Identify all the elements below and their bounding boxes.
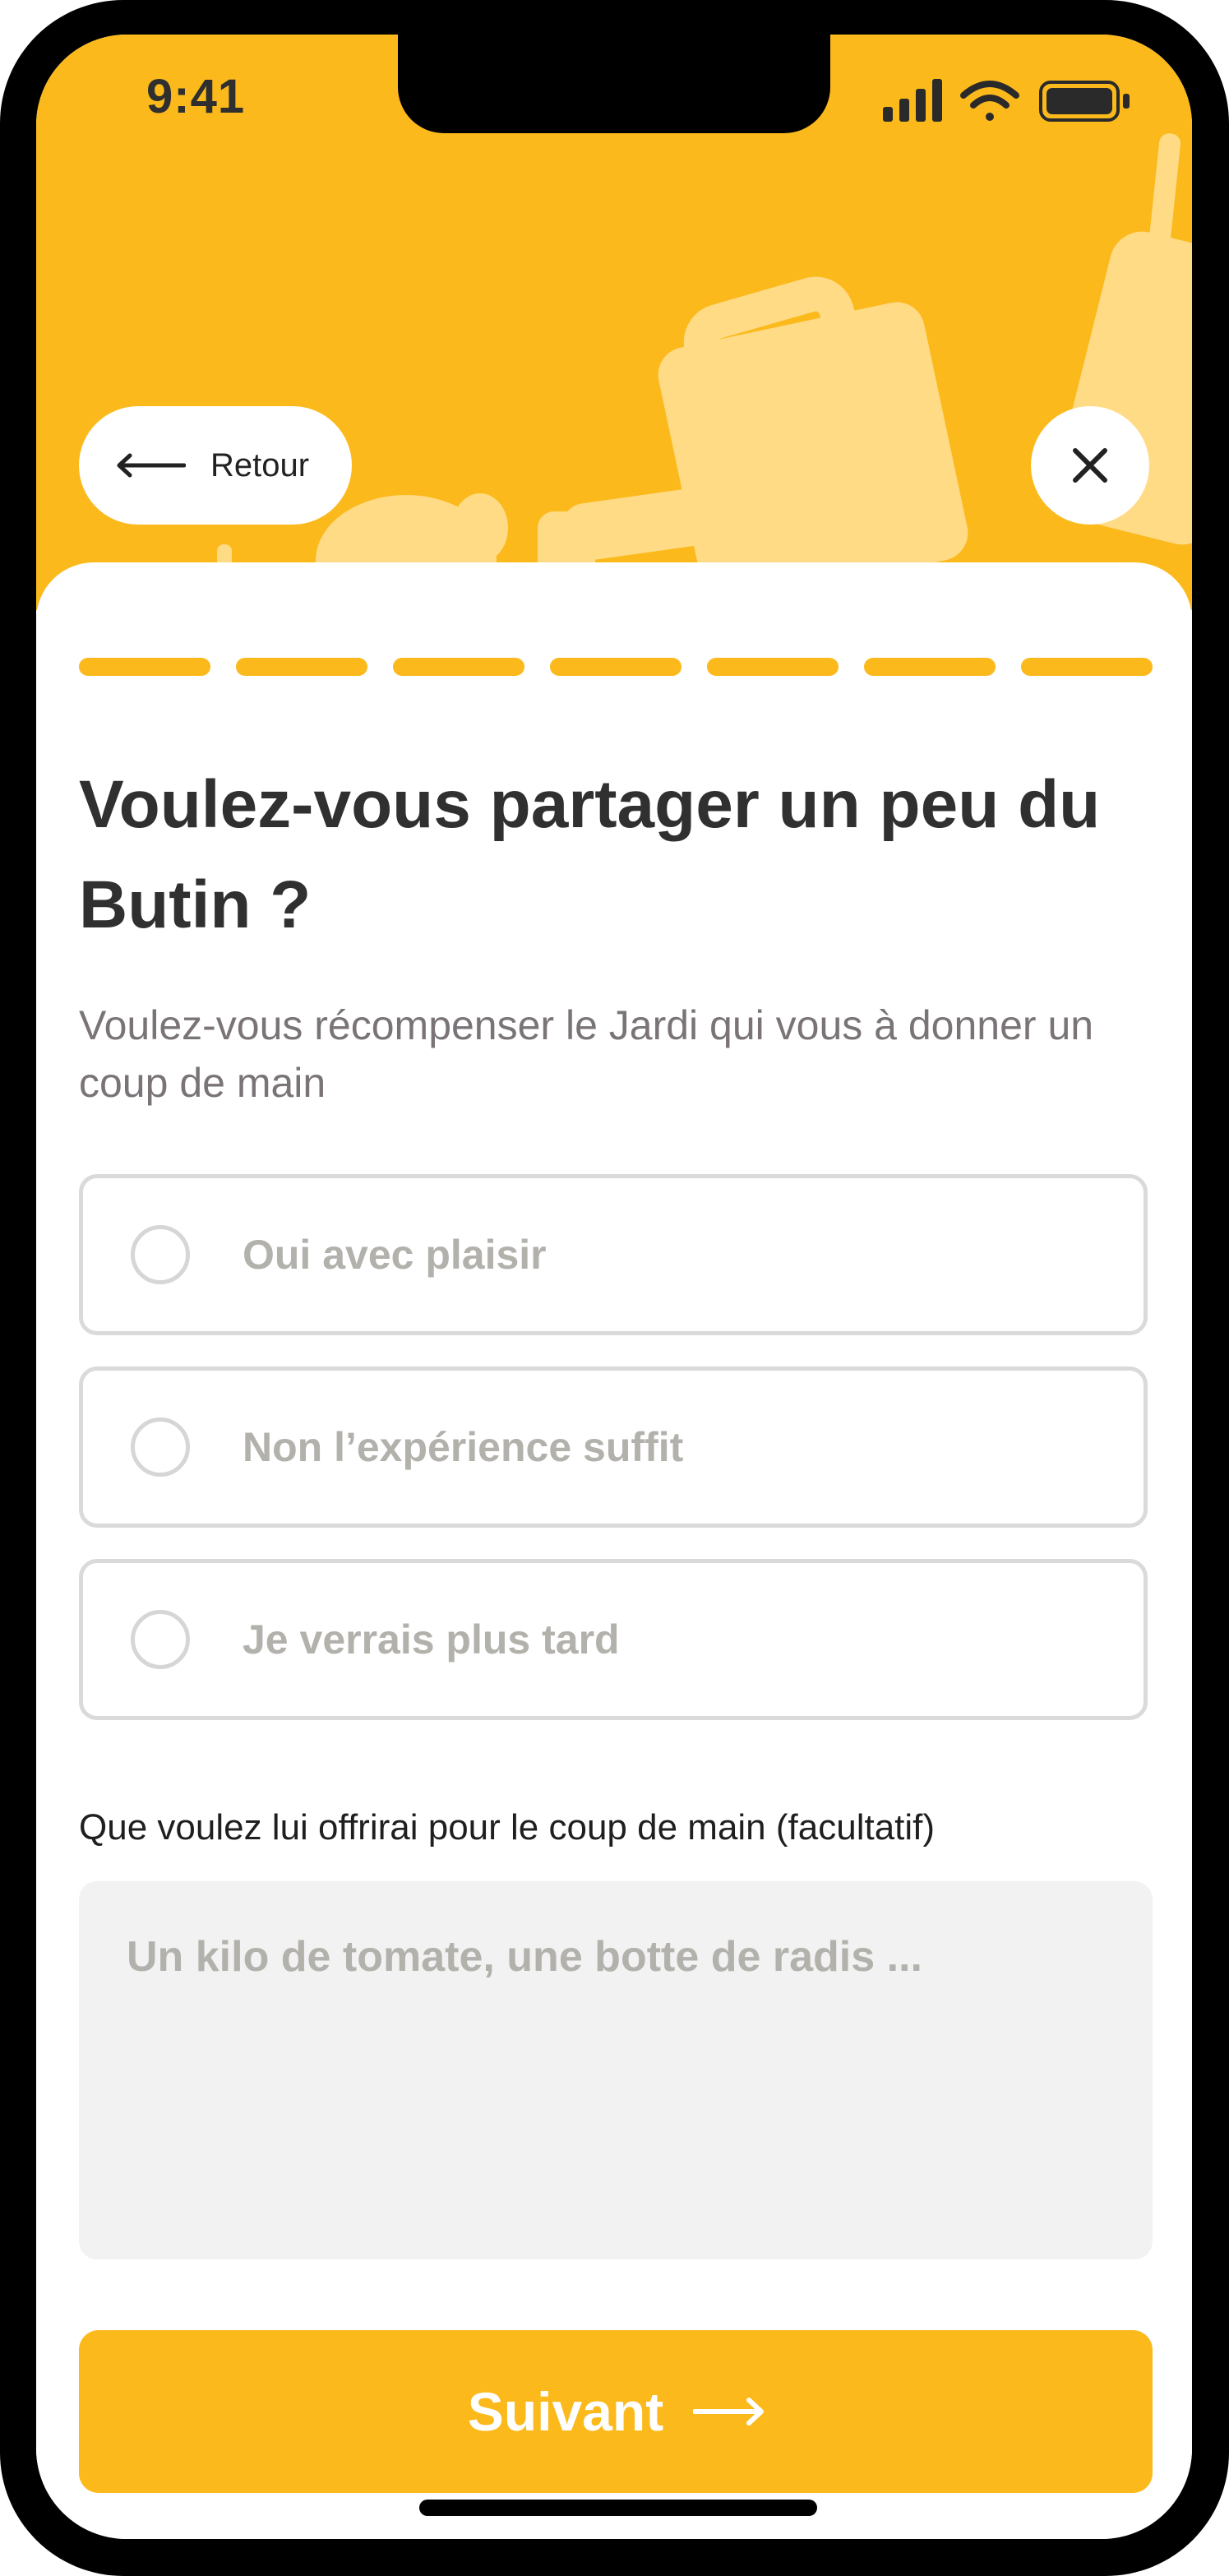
- signal-icon: [883, 79, 942, 122]
- device-notch: [398, 35, 830, 133]
- radio-button[interactable]: [131, 1610, 190, 1669]
- radio-button[interactable]: [131, 1417, 190, 1477]
- progress-step: [550, 658, 681, 676]
- arrow-left-icon: [117, 453, 186, 478]
- next-button-label: Suivant: [467, 2381, 664, 2442]
- status-time: 9:41: [146, 70, 246, 123]
- radio-button[interactable]: [131, 1225, 190, 1284]
- question-subtitle: Voulez-vous récompenser le Jardi qui vou…: [79, 1002, 1094, 1106]
- header-banner: 9:41 Retour: [36, 35, 1192, 610]
- gift-textarea[interactable]: Un kilo de tomate, une botte de radis ..…: [79, 1881, 1153, 2259]
- progress-step: [864, 658, 996, 676]
- next-button[interactable]: Suivant: [79, 2330, 1153, 2493]
- gift-field-label: Que voulez lui offrirai pour le coup de …: [79, 1807, 936, 1848]
- progress-step: [393, 658, 524, 676]
- back-button-label: Retour: [210, 446, 310, 483]
- close-button[interactable]: [1031, 406, 1149, 525]
- progress-step: [707, 658, 839, 676]
- progress-step: [1021, 658, 1153, 676]
- back-button[interactable]: Retour: [79, 406, 352, 525]
- form-sheet: Voulez-vous partager un peu du Butin ? V…: [36, 562, 1192, 2539]
- arrow-right-icon: [693, 2398, 765, 2426]
- option-plus-tard[interactable]: Je verrais plus tard: [79, 1559, 1148, 1720]
- home-indicator: [419, 2500, 817, 2516]
- option-non[interactable]: Non l’expérience suffit: [79, 1367, 1148, 1528]
- option-label: Je verrais plus tard: [243, 1616, 620, 1663]
- progress-bar: [79, 658, 1153, 676]
- close-icon: [1073, 448, 1107, 483]
- option-oui[interactable]: Oui avec plaisir: [79, 1174, 1148, 1335]
- option-label: Oui avec plaisir: [243, 1232, 547, 1278]
- wifi-icon: [960, 81, 1019, 121]
- battery-icon: [1039, 81, 1130, 122]
- progress-step: [236, 658, 367, 676]
- app-screen: 9:41 Retour Voulez-vous partager un peu …: [36, 35, 1192, 2539]
- question-title: Voulez-vous partager un peu du Butin ?: [79, 767, 1101, 942]
- progress-step: [79, 658, 210, 676]
- status-icons: [883, 79, 1130, 122]
- option-label: Non l’expérience suffit: [243, 1424, 684, 1470]
